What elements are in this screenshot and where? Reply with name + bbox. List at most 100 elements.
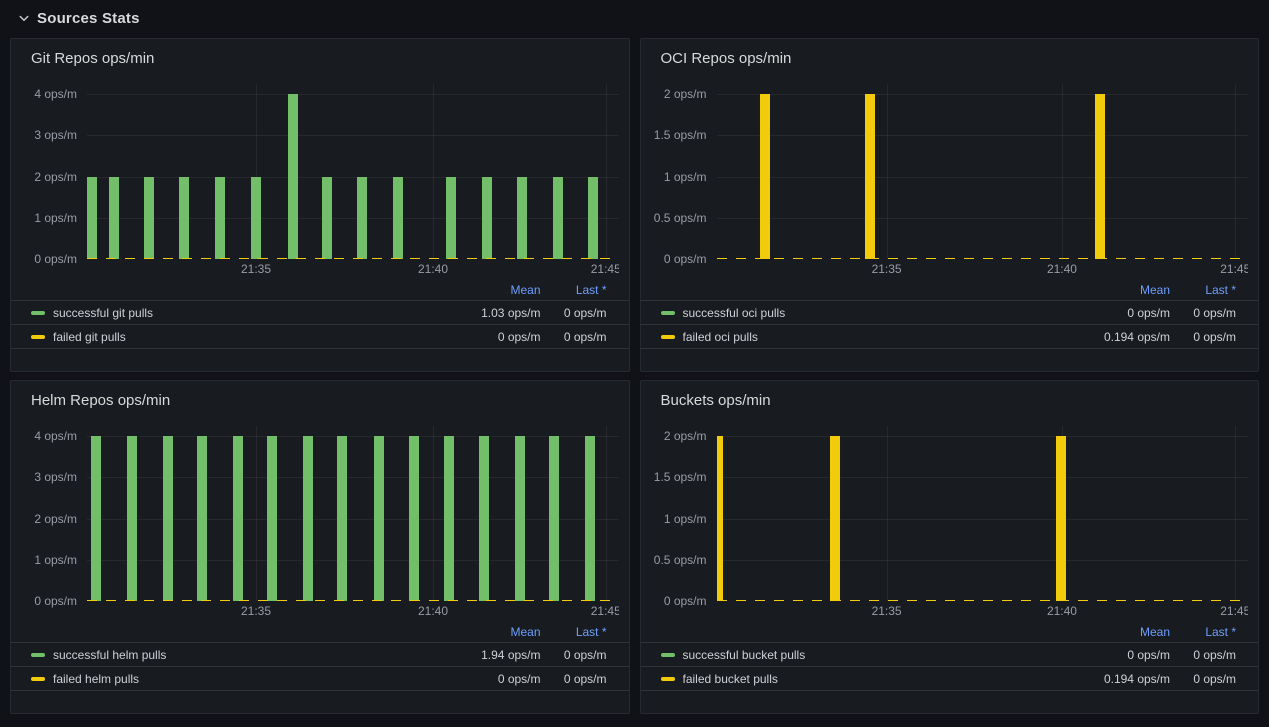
legend-table: Mean Last * successful bucket pulls 0 ops… xyxy=(641,622,1259,691)
series-mean-value: 0 ops/m xyxy=(1074,306,1170,320)
series-last-value: 0 ops/m xyxy=(541,306,607,320)
horizontal-gridline xyxy=(717,519,1249,520)
plot-area xyxy=(87,84,619,259)
series-label[interactable]: successful bucket pulls xyxy=(683,648,1075,662)
time-series-chart: 2 ops/m1.5 ops/m1 ops/m0.5 ops/m0 ops/m xyxy=(651,426,1249,601)
y-tick-label: 1.5 ops/m xyxy=(654,128,707,142)
bar-successful-git-pulls xyxy=(144,177,154,260)
series-label[interactable]: successful git pulls xyxy=(53,306,445,320)
bar-successful-git-pulls xyxy=(179,177,189,260)
legend-row-successful-git-pulls: successful git pulls1.03 ops/m0 ops/m xyxy=(11,301,629,325)
series-label[interactable]: failed bucket pulls xyxy=(683,672,1075,686)
legend-row-failed-git-pulls: failed git pulls0 ops/m0 ops/m xyxy=(11,325,629,349)
horizontal-gridline xyxy=(717,177,1249,178)
legend-sort-last[interactable]: Last * xyxy=(1170,625,1236,639)
series-last-value: 0 ops/m xyxy=(1170,306,1236,320)
legend-sort-mean[interactable]: Mean xyxy=(445,283,541,297)
bar-successful-helm-pulls xyxy=(197,436,207,601)
x-tick-label: 21:40 xyxy=(418,604,448,618)
series-label[interactable]: failed git pulls xyxy=(53,330,445,344)
legend-sort-last[interactable]: Last * xyxy=(1170,283,1236,297)
series-label[interactable]: successful helm pulls xyxy=(53,648,445,662)
y-tick-label: 1 ops/m xyxy=(34,211,77,225)
bar-successful-helm-pulls xyxy=(267,436,277,601)
legend-sort-mean[interactable]: Mean xyxy=(1074,625,1170,639)
legend-header: Mean Last * xyxy=(641,622,1259,643)
x-tick-label: 21:40 xyxy=(1047,262,1077,276)
y-tick-label: 4 ops/m xyxy=(34,429,77,443)
horizontal-gridline xyxy=(717,94,1249,95)
x-axis: 21:3521:4021:45 xyxy=(717,601,1249,620)
y-tick-label: 0.5 ops/m xyxy=(654,211,707,225)
legend-row-failed-oci-pulls: failed oci pulls0.194 ops/m0 ops/m xyxy=(641,325,1259,349)
legend-row-failed-helm-pulls: failed helm pulls0 ops/m0 ops/m xyxy=(11,667,629,691)
row-title[interactable]: Sources Stats xyxy=(37,10,140,27)
bar-successful-git-pulls xyxy=(357,177,367,260)
x-tick-label: 21:35 xyxy=(241,262,271,276)
legend-row-successful-helm-pulls: successful helm pulls1.94 ops/m0 ops/m xyxy=(11,643,629,667)
series-mean-value: 0 ops/m xyxy=(445,330,541,344)
bar-successful-helm-pulls xyxy=(409,436,419,601)
bar-successful-helm-pulls xyxy=(163,436,173,601)
series-color-swatch xyxy=(661,335,675,339)
horizontal-gridline xyxy=(717,135,1249,136)
bar-successful-helm-pulls xyxy=(549,436,559,601)
series-label[interactable]: failed helm pulls xyxy=(53,672,445,686)
panel-title[interactable]: Git Repos ops/min xyxy=(31,48,619,70)
bar-successful-git-pulls xyxy=(517,177,527,260)
legend-row-successful-oci-pulls: successful oci pulls0 ops/m0 ops/m xyxy=(641,301,1259,325)
series-color-swatch xyxy=(31,335,45,339)
series-last-value: 0 ops/m xyxy=(1170,672,1236,686)
panel-title[interactable]: Buckets ops/min xyxy=(661,390,1249,412)
horizontal-gridline xyxy=(717,560,1249,561)
x-tick-label: 21:40 xyxy=(418,262,448,276)
horizontal-gridline xyxy=(717,218,1249,219)
x-tick-label: 21:45 xyxy=(1220,604,1248,618)
time-series-chart: 4 ops/m3 ops/m2 ops/m1 ops/m0 ops/m xyxy=(21,84,619,259)
legend-table: Mean Last * successful git pulls1.03 ops… xyxy=(11,280,629,349)
bar-successful-git-pulls xyxy=(109,177,119,260)
bar-successful-helm-pulls xyxy=(515,436,525,601)
panel-title[interactable]: OCI Repos ops/min xyxy=(661,48,1249,70)
x-axis: 21:3521:4021:45 xyxy=(87,259,619,278)
legend-header: Mean Last * xyxy=(641,280,1259,301)
series-label[interactable]: successful oci pulls xyxy=(683,306,1075,320)
series-label[interactable]: failed oci pulls xyxy=(683,330,1075,344)
y-tick-label: 1 ops/m xyxy=(34,553,77,567)
bar-failed-oci-pulls xyxy=(865,94,875,259)
y-tick-label: 2 ops/m xyxy=(34,170,77,184)
legend-sort-mean[interactable]: Mean xyxy=(445,625,541,639)
y-tick-label: 1 ops/m xyxy=(664,170,707,184)
chevron-down-icon[interactable] xyxy=(18,12,30,24)
series-color-swatch xyxy=(661,677,675,681)
bar-successful-helm-pulls xyxy=(374,436,384,601)
legend-sort-last[interactable]: Last * xyxy=(541,625,607,639)
bar-successful-helm-pulls xyxy=(303,436,313,601)
series-mean-value: 0.194 ops/m xyxy=(1074,672,1170,686)
legend-sort-mean[interactable]: Mean xyxy=(1074,283,1170,297)
panel-title[interactable]: Helm Repos ops/min xyxy=(31,390,619,412)
x-axis: 21:3521:4021:45 xyxy=(87,601,619,620)
bar-failed-oci-pulls xyxy=(760,94,770,259)
panel-helm-repos-ops-min: Helm Repos ops/min 4 ops/m3 ops/m2 ops/m… xyxy=(10,380,630,714)
series-last-value: 0 ops/m xyxy=(541,672,607,686)
bar-successful-helm-pulls xyxy=(585,436,595,601)
bar-successful-helm-pulls xyxy=(91,436,101,601)
horizontal-gridline xyxy=(87,135,619,136)
dashboard-row-header[interactable]: Sources Stats xyxy=(18,6,1259,30)
series-last-value: 0 ops/m xyxy=(1170,648,1236,662)
legend-sort-last[interactable]: Last * xyxy=(541,283,607,297)
bar-successful-git-pulls xyxy=(322,177,332,260)
bar-successful-git-pulls xyxy=(288,94,298,259)
panel-oci-repos-ops-min: OCI Repos ops/min 2 ops/m 1.5 ops/m 1 ops/… xyxy=(640,38,1260,372)
legend-header: Mean Last * xyxy=(11,280,629,301)
series-last-value: 0 ops/m xyxy=(1170,330,1236,344)
y-tick-label: 2 ops/m xyxy=(664,87,707,101)
legend-row-successful-bucket-pulls: successful bucket pulls0 ops/m0 ops/m xyxy=(641,643,1259,667)
y-tick-label: 4 ops/m xyxy=(34,87,77,101)
series-color-swatch xyxy=(31,311,45,315)
series-mean-value: 0 ops/m xyxy=(445,672,541,686)
y-tick-label: 3 ops/m xyxy=(34,470,77,484)
bar-successful-git-pulls xyxy=(393,177,403,260)
bar-successful-helm-pulls xyxy=(337,436,347,601)
